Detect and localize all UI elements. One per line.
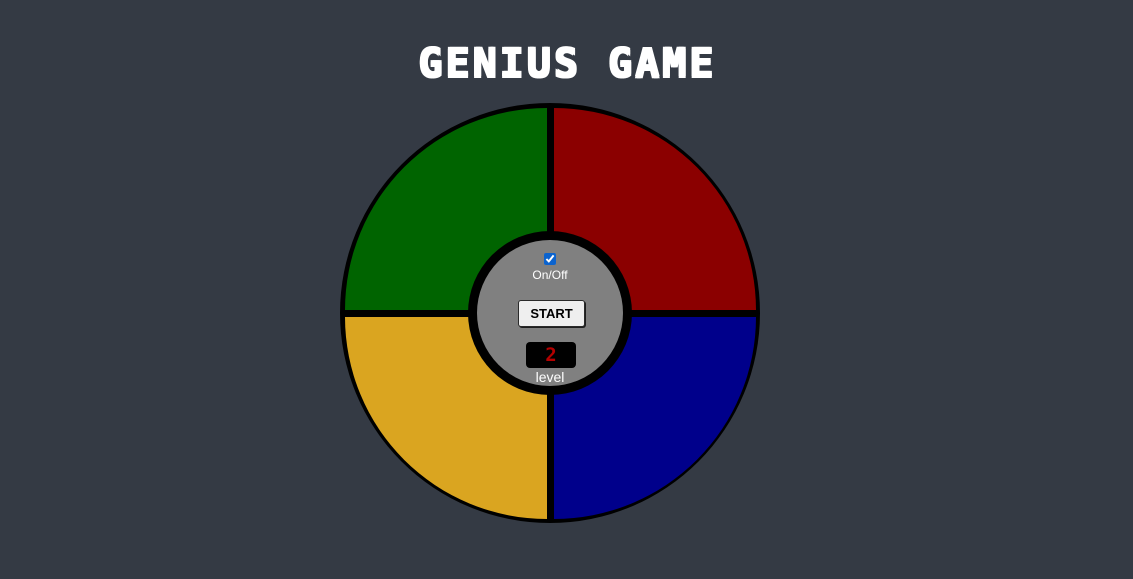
game-title: GENIUS GAME xyxy=(417,39,716,86)
level-display: 2 xyxy=(526,342,576,368)
control-ring: On/Off START 2 level xyxy=(468,231,632,395)
level-label: level xyxy=(535,369,565,385)
control-panel: On/Off START 2 level xyxy=(477,240,623,386)
start-button[interactable]: START xyxy=(518,300,585,327)
game-board: On/Off START 2 level xyxy=(340,103,760,523)
power-toggle-checkbox[interactable] xyxy=(544,253,556,265)
power-toggle-label: On/Off xyxy=(532,268,568,282)
